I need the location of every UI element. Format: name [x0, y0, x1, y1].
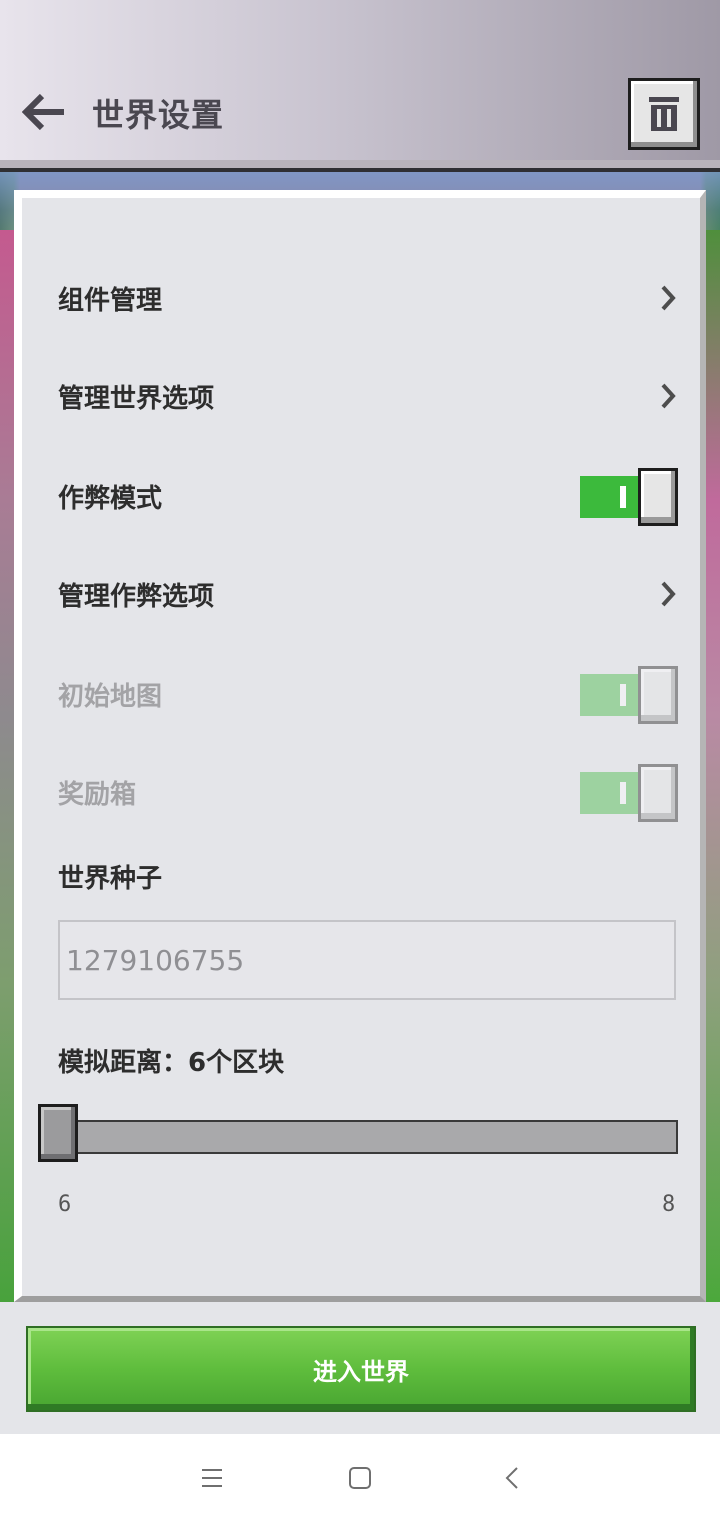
starting-map-row: 初始地图: [58, 664, 678, 724]
starting-map-toggle[interactable]: [580, 666, 678, 724]
starting-map-label: 初始地图: [58, 681, 163, 712]
footer-bar: 进入世界: [0, 1302, 720, 1434]
world-options-row[interactable]: 管理世界选项: [58, 366, 678, 426]
header-bar: 世界设置: [0, 0, 720, 172]
bonus-chest-label: 奖励箱: [58, 779, 137, 810]
bonus-chest-toggle[interactable]: [580, 764, 678, 822]
chevron-right-icon: [658, 579, 678, 609]
addons-label: 组件管理: [58, 285, 163, 316]
backdrop-right: [704, 230, 720, 1310]
toggle-knob: [638, 468, 678, 526]
system-navigation-bar: [0, 1434, 720, 1520]
cheats-mode-toggle[interactable]: [580, 468, 678, 526]
addons-row[interactable]: 组件管理: [58, 268, 678, 328]
cheat-options-label: 管理作弊选项: [58, 581, 215, 612]
toggle-knob: [638, 666, 678, 724]
chevron-right-icon: [658, 381, 678, 411]
simulation-distance-slider[interactable]: [60, 1120, 678, 1154]
world-options-label: 管理世界选项: [58, 383, 215, 414]
back-icon[interactable]: [492, 1460, 532, 1496]
seed-input[interactable]: [58, 920, 676, 1000]
back-arrow-icon: [22, 94, 64, 130]
slider-min-label: 6: [58, 1192, 72, 1217]
trash-icon: [649, 97, 679, 131]
cheats-mode-label: 作弊模式: [58, 483, 163, 514]
seed-label: 世界种子: [58, 864, 163, 894]
cheats-mode-row: 作弊模式: [58, 466, 678, 526]
toggle-knob: [638, 764, 678, 822]
settings-panel: 组件管理 管理世界选项 作弊模式 管理作弊选项 初始地图 奖励箱 世界种子 12…: [14, 190, 706, 1302]
back-button[interactable]: [20, 92, 68, 132]
enter-world-button[interactable]: 进入世界: [26, 1326, 696, 1412]
slider-handle[interactable]: [38, 1104, 78, 1162]
chevron-right-icon: [658, 283, 678, 313]
page-title: 世界设置: [92, 96, 225, 134]
simulation-distance-label: 模拟距离：6个区块: [58, 1048, 285, 1078]
bonus-chest-row: 奖励箱: [58, 762, 678, 822]
delete-world-button[interactable]: [628, 78, 700, 150]
slider-max-label: 8: [662, 1192, 676, 1217]
cheat-options-row[interactable]: 管理作弊选项: [58, 564, 678, 624]
menu-icon[interactable]: [192, 1460, 232, 1496]
home-icon[interactable]: [340, 1460, 380, 1496]
